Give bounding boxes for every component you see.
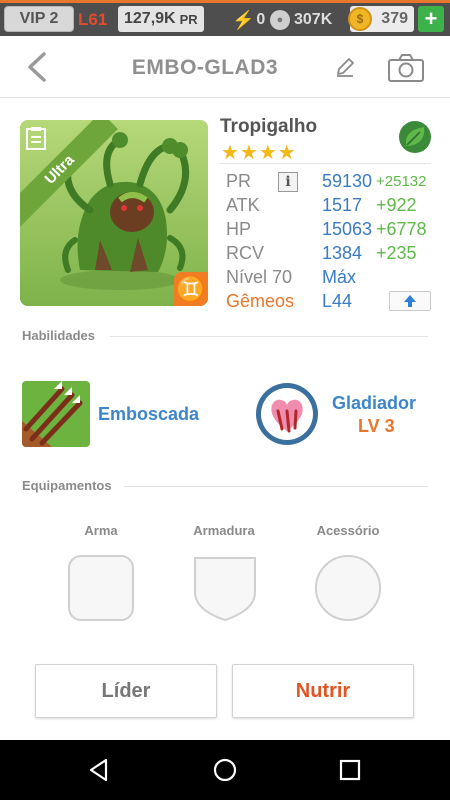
nav-back-icon[interactable] (86, 757, 112, 783)
energy-counter: ⚡ 0 (232, 8, 265, 32)
edit-pencil-icon[interactable] (334, 56, 356, 78)
stat-row-rcv: RCV 1384 +235 (226, 243, 436, 267)
stat-value: 15063 (322, 219, 373, 239)
monster-portrait[interactable]: Ultra ♊ (20, 120, 208, 306)
leaf-icon (399, 121, 431, 153)
coin-icon: $ (348, 7, 372, 31)
stat-label: PR (226, 171, 252, 191)
divider (124, 486, 428, 487)
stat-bonus: +922 (376, 195, 417, 215)
weapon-slot-label: Arma (84, 523, 118, 538)
page-title: EMBO-GLAD3 (131, 56, 279, 79)
skill-name-ambush[interactable]: Emboscada (98, 404, 199, 425)
stat-bonus: +235 (376, 243, 417, 263)
paw-value: 307K (294, 11, 333, 28)
lightning-icon: ⚡ (232, 9, 255, 30)
power-rating-unit: PR (179, 11, 198, 27)
arrow-up-icon (404, 295, 416, 307)
stat-row-hp: HP 15063 +6778 (226, 219, 436, 243)
paw-icon: ● (270, 10, 290, 30)
coin-counter: $ 379 (348, 6, 414, 32)
leader-button[interactable]: Líder (35, 664, 217, 718)
accessory-slot-label: Acessório (316, 523, 380, 538)
power-rating-value: 127,9K (124, 10, 176, 27)
armor-slot-label: Armadura (193, 523, 255, 538)
level-label: Nível 70 (226, 267, 293, 287)
add-currency-button[interactable]: + (418, 6, 444, 32)
gladiator-skill-icon[interactable] (254, 381, 320, 447)
stat-value: 1517 (322, 195, 363, 215)
stat-bonus: +25132 (376, 173, 427, 190)
system-nav-bar (0, 740, 450, 800)
nav-home-icon[interactable] (212, 757, 238, 783)
paw-counter: ● 307K (270, 8, 332, 32)
stat-row-pr: PR 59130 +25132 (226, 171, 436, 195)
stat-row-atk: ATK 1517 +922 (226, 195, 436, 219)
power-rating: 127,9K PR (118, 6, 204, 32)
page-header: EMBO-GLAD3 (0, 36, 450, 98)
stat-value: 1384 (322, 243, 363, 263)
zodiac-level: L44 (322, 291, 353, 311)
star-rating: ★★★★ (221, 142, 297, 164)
stat-label: RCV (226, 243, 265, 263)
skill-name-gladiator[interactable]: Gladiador (332, 393, 416, 414)
ambush-skill-icon[interactable] (22, 381, 90, 447)
divider (110, 336, 428, 337)
monster-name: Tropigalho (220, 116, 318, 137)
resource-bar: VIP 2 L61 127,9K PR ⚡ 0 ● 307K $ 379 + (0, 0, 450, 36)
vip-badge[interactable]: VIP 2 (4, 6, 74, 32)
level-value: Máx (322, 267, 357, 287)
weapon-slot[interactable] (67, 554, 135, 622)
player-level: L61 (78, 10, 108, 29)
stat-label: ATK (226, 195, 260, 215)
upgrade-zodiac-button[interactable] (389, 291, 431, 311)
card-list-icon (26, 127, 46, 150)
zodiac-label: Gêmeos (226, 291, 295, 311)
stat-label: HP (226, 219, 252, 239)
divider (220, 163, 431, 164)
level-row: Nível 70 Máx (226, 267, 436, 291)
equipment-section-title: Equipamentos (22, 478, 112, 493)
back-arrow-icon[interactable] (22, 50, 52, 84)
camera-icon[interactable] (387, 53, 425, 83)
armor-slot[interactable] (191, 554, 259, 622)
energy-value: 0 (256, 11, 266, 28)
stat-bonus: +6778 (376, 219, 427, 239)
nav-recents-icon[interactable] (337, 757, 363, 783)
stat-value: 59130 (322, 171, 373, 191)
accessory-slot[interactable] (314, 554, 382, 622)
abilities-section-title: Habilidades (22, 328, 95, 343)
info-icon[interactable]: i (278, 172, 298, 192)
feed-button[interactable]: Nutrir (232, 664, 414, 718)
skill-level: LV 3 (358, 416, 395, 436)
gemini-zodiac-icon: ♊ (174, 272, 208, 306)
coin-value: 379 (381, 10, 408, 27)
